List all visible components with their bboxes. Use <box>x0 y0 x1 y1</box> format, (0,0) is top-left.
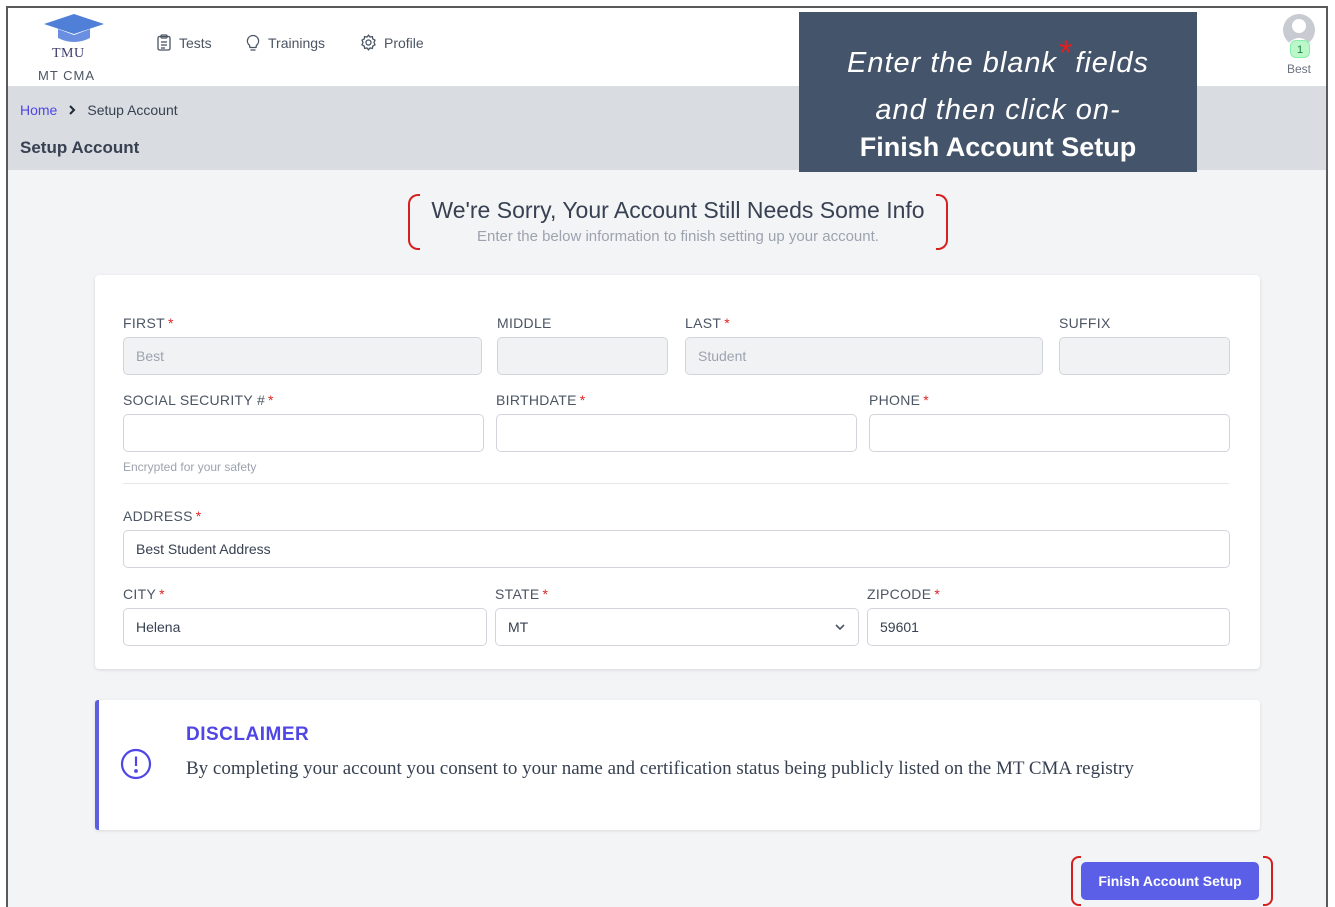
highlight-bracket-right <box>936 194 948 250</box>
middle-name-input[interactable] <box>497 337 668 375</box>
app-window: TMU MT CMA Tests Trainings Profile 1 Bes… <box>6 6 1328 907</box>
address-input[interactable] <box>123 530 1230 568</box>
nav-trainings-label: Trainings <box>268 35 326 51</box>
brand-subtitle: MT CMA <box>38 68 96 83</box>
callout-line-2: and then click on- <box>875 94 1121 126</box>
zipcode-label: ZIPCODE * <box>867 586 941 602</box>
brand-logo-text: TMU <box>52 46 85 61</box>
suffix-label: SUFFIX <box>1059 315 1111 331</box>
user-name: Best <box>1286 62 1311 76</box>
heading-title: We're Sorry, Your Account Still Needs So… <box>431 197 925 223</box>
nav-tests[interactable]: Tests <box>156 34 212 51</box>
gear-icon <box>361 34 376 51</box>
setup-heading: We're Sorry, Your Account Still Needs So… <box>408 194 948 250</box>
chevron-right-icon <box>69 105 76 115</box>
ssn-label: SOCIAL SECURITY # * <box>123 392 274 408</box>
breadcrumb-current: Setup Account <box>87 102 178 118</box>
city-label: CITY * <box>123 586 165 602</box>
ssn-hint: Encrypted for your safety <box>123 460 257 474</box>
graduation-cap-icon <box>44 14 104 42</box>
form-divider <box>123 483 1229 484</box>
state-select-value: MT <box>508 619 529 635</box>
clipboard-icon <box>157 34 171 51</box>
exclamation-circle-icon <box>120 748 152 780</box>
phone-label: PHONE * <box>869 392 930 408</box>
finish-account-setup-button[interactable]: Finish Account Setup <box>1081 862 1259 900</box>
disclaimer-panel: DISCLAIMER By completing your account yo… <box>95 700 1260 830</box>
highlight-bracket-left <box>408 194 420 250</box>
lightbulb-icon <box>246 34 260 51</box>
breadcrumb-home[interactable]: Home <box>20 102 57 118</box>
highlight-bracket-right <box>1263 856 1273 906</box>
birthdate-input[interactable] <box>496 414 857 452</box>
disclaimer-title: DISCLAIMER <box>186 724 310 745</box>
city-input[interactable] <box>123 608 487 646</box>
instruction-callout: Enter the blank*fields and then click on… <box>799 12 1197 172</box>
notification-badge: 1 <box>1290 40 1310 58</box>
brand-logo[interactable]: TMU MT CMA <box>36 12 112 83</box>
state-label: STATE * <box>495 586 549 602</box>
phone-input[interactable] <box>869 414 1230 452</box>
highlight-bracket-left <box>1071 856 1081 906</box>
nav-tests-label: Tests <box>179 34 212 51</box>
state-select[interactable]: MT <box>495 608 859 646</box>
account-form: FIRST* MIDDLE LAST* SUFFIX SOCIAL SECURI… <box>95 275 1260 669</box>
nav-profile-label: Profile <box>384 34 424 51</box>
nav-trainings[interactable]: Trainings <box>245 34 325 52</box>
first-name-input[interactable] <box>123 337 482 375</box>
suffix-input[interactable] <box>1059 337 1230 375</box>
required-star: * <box>1059 34 1074 72</box>
page-title: Setup Account <box>20 138 140 157</box>
disclaimer-text: By completing your account you consent t… <box>186 758 1134 779</box>
chevron-down-icon <box>835 624 845 631</box>
last-name-label: LAST * <box>685 315 730 331</box>
nav-profile[interactable]: Profile <box>360 34 424 51</box>
address-label: ADDRESS * <box>123 508 202 524</box>
callout-line-1: Enter the blank*fields <box>846 34 1149 79</box>
user-menu[interactable]: 1 Best <box>1280 12 1316 82</box>
middle-name-label: MIDDLE <box>497 315 552 331</box>
birthdate-label: BIRTHDATE * <box>496 392 586 408</box>
zipcode-input[interactable] <box>867 608 1230 646</box>
first-name-label: FIRST * <box>123 315 174 331</box>
ssn-input[interactable] <box>123 414 484 452</box>
finish-button-highlight: Finish Account Setup <box>1071 856 1273 906</box>
heading-subtitle: Enter the below information to finish se… <box>477 228 879 245</box>
breadcrumb: Home Setup Account <box>20 102 178 118</box>
callout-line-3: Finish Account Setup <box>859 132 1137 162</box>
last-name-input[interactable] <box>685 337 1043 375</box>
